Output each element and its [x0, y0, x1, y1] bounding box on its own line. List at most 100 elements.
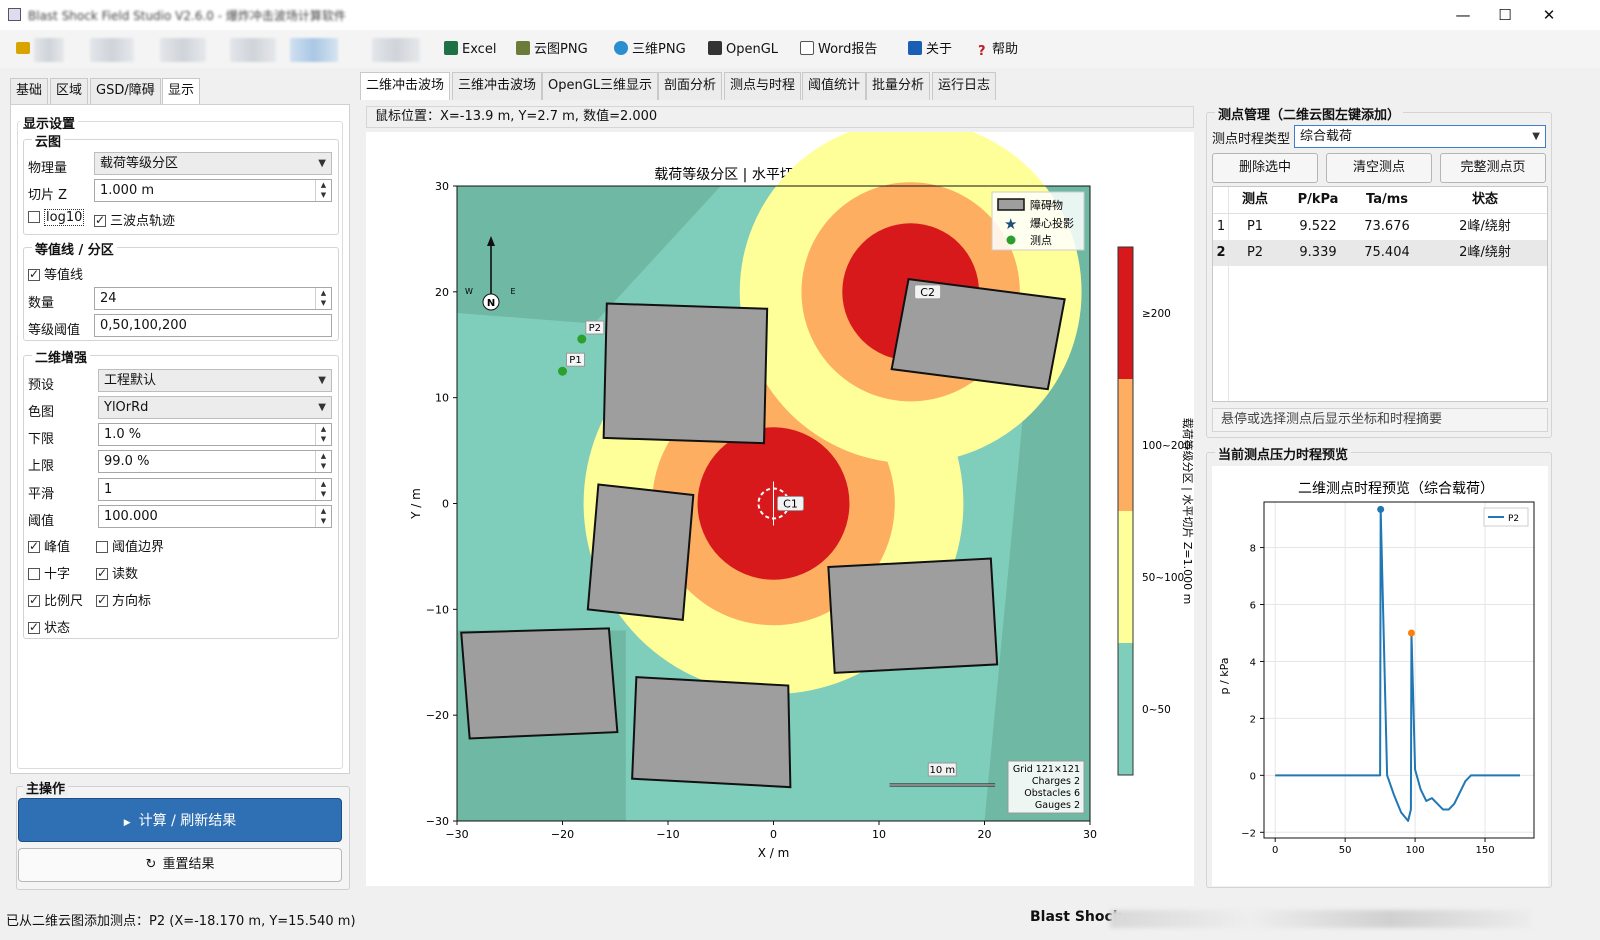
gauge-marker [558, 366, 567, 376]
maximize-button[interactable]: ☐ [1482, 0, 1528, 30]
y-tick-label: 2 [1250, 714, 1256, 725]
refresh-icon: ↻ [145, 857, 157, 872]
chevron-down-icon: ▼ [318, 402, 326, 413]
folder-icon[interactable] [16, 42, 30, 54]
toolbar-blurred-item[interactable] [290, 38, 338, 62]
preset-select[interactable]: 工程默认 ▼ [98, 369, 332, 392]
toolbar-blurred-item[interactable] [160, 38, 206, 62]
table-row-selected[interactable]: 2 P2 9.339 75.404 2峰/绕射 [1213, 240, 1547, 266]
gauge-marker [577, 334, 587, 344]
display-settings-panel: 显示设置 云图 物理量 载荷等级分区 ▼ 切片 Z 1.000 m ▲ ▼ log10… [10, 104, 350, 774]
export-3d-png-button[interactable]: 三维PNG [614, 39, 686, 61]
chevron-down-icon: ▼ [318, 158, 326, 169]
column-header-status[interactable]: 状态 [1423, 187, 1547, 213]
export-excel-button[interactable]: Excel [444, 39, 496, 61]
spin-arrows-icon[interactable]: ▲ ▼ [315, 288, 331, 309]
series-type-select[interactable]: 综合载荷 ▼ [1294, 125, 1546, 148]
contour-checkbox[interactable]: 等值线 [28, 264, 83, 283]
spin-arrows-icon[interactable]: ▲ ▼ [315, 451, 331, 472]
upper-limit-input[interactable]: 99.0 % ▲ ▼ [98, 450, 332, 473]
threshold-input[interactable]: 100.000 ▲ ▼ [98, 505, 332, 528]
table-cell: 73.676 [1364, 219, 1410, 234]
word-report-button[interactable]: Word报告 [800, 39, 877, 61]
delete-selected-button[interactable]: 删除选中 [1212, 153, 1318, 183]
shock-field-chart[interactable]: 载荷等级分区 | 水平切片 Z=1.000 m C1 C2 P1 P2 N W E 障碍物 ★ 爆… [366, 120, 1195, 886]
about-button[interactable]: 关于 [908, 39, 952, 61]
tab-2d-shock-field[interactable]: 二维冲击波场 [360, 72, 451, 100]
gauge-hover-hint: 悬停或选择测点后显示坐标和时程摘要 [1212, 408, 1548, 432]
clear-gauges-button[interactable]: 清空测点 [1326, 153, 1432, 183]
tab-threshold-stats[interactable]: 阈值统计 [802, 72, 867, 100]
spin-arrows-icon[interactable]: ▲ ▼ [315, 506, 331, 527]
colorbar-level-label: 50~100 [1142, 572, 1184, 584]
tab-opengl-3d[interactable]: OpenGL三维显示 [542, 72, 659, 100]
pressure-history-plot-area[interactable]: 二维测点时程预览（综合载荷） 0 50 100 150 −2 0 2 4 6 8 p / kPa P… [1212, 466, 1548, 886]
toolbar-blurred-item[interactable] [90, 38, 134, 62]
north-arrow-checkbox[interactable]: 方向标 [96, 590, 151, 609]
quantity-select[interactable]: 载荷等级分区 ▼ [94, 152, 332, 175]
colormap-select[interactable]: YlOrRd ▼ [98, 396, 332, 419]
colorbar-segment [1118, 643, 1133, 775]
tab-region[interactable]: 区域 [50, 78, 89, 104]
toolbar-blurred-item[interactable] [372, 38, 420, 62]
table-cell: 9.522 [1299, 219, 1337, 234]
x-tick-label: −20 [551, 828, 574, 841]
threshold-edge-checkbox[interactable]: 阈值边界 [96, 536, 164, 555]
contour-count-label: 数量 [28, 296, 55, 311]
checkbox-box [28, 593, 40, 607]
close-button[interactable]: ✕ [1526, 0, 1572, 30]
tab-basic[interactable]: 基础 [10, 78, 49, 104]
full-gauge-page-button[interactable]: 完整测点页 [1440, 153, 1546, 183]
cross-checkbox[interactable]: 十字 [28, 563, 70, 582]
tab-gsd-obstacle[interactable]: GSD/障碍 [90, 78, 161, 104]
log10-checkbox[interactable]: log10 [28, 209, 85, 226]
tab-profile-analysis[interactable]: 剖面分析 [658, 72, 723, 100]
column-header-arrival[interactable]: Ta/ms [1353, 187, 1421, 213]
colorbar-level-label: ≥200 [1142, 308, 1171, 320]
opengl-button[interactable]: OpenGL [708, 39, 778, 61]
lower-limit-input[interactable]: 1.0 % ▲ ▼ [98, 423, 332, 446]
help-button[interactable]: ? 帮助 [978, 39, 1018, 61]
x-tick-label: −30 [445, 828, 468, 841]
spin-arrows-icon[interactable]: ▲ ▼ [315, 424, 331, 445]
minimize-button[interactable]: — [1440, 0, 1486, 30]
column-header-gauge[interactable]: 测点 [1229, 187, 1281, 213]
wave-track-checkbox[interactable]: 三波点轨迹 [94, 210, 175, 229]
shock-field-plot-area[interactable]: 载荷等级分区 | 水平切片 Z=1.000 m C1 C2 P1 P2 N W E 障碍物 ★ 爆… [366, 120, 1195, 886]
toolbar-blurred-item[interactable] [34, 38, 64, 62]
tab-run-log[interactable]: 运行日志 [932, 72, 997, 100]
status-checkbox[interactable]: 状态 [28, 617, 70, 636]
scalebar-checkbox[interactable]: 比例尺 [28, 590, 83, 609]
y-tick-label: 10 [435, 392, 449, 405]
calculate-button[interactable]: ▶ 计算 / 刷新结果 [18, 798, 342, 842]
excel-icon [444, 41, 458, 55]
x-tick-label: 50 [1339, 845, 1352, 856]
contour-count-input[interactable]: 24 ▲ ▼ [94, 287, 332, 310]
readout-checkbox[interactable]: 读数 [96, 563, 138, 582]
gauge-table[interactable]: 测点 P/kPa Ta/ms 状态 1 P1 9.522 73.676 2峰/绕… [1212, 186, 1548, 402]
y-tick-label: −30 [426, 815, 449, 828]
tab-batch-analysis[interactable]: 批量分析 [866, 72, 931, 100]
slice-z-input[interactable]: 1.000 m ▲ ▼ [94, 179, 332, 202]
column-header-pressure[interactable]: P/kPa [1283, 187, 1353, 213]
tab-display[interactable]: 显示 [162, 78, 201, 104]
checkbox-box [28, 620, 40, 634]
peak-checkbox[interactable]: 峰值 [28, 536, 70, 555]
export-cloud-png-button[interactable]: 云图PNG [516, 39, 588, 61]
checkbox-box [96, 566, 108, 580]
level-threshold-input[interactable]: 0,50,100,200 [94, 314, 332, 337]
obstacle [602, 302, 769, 445]
spin-arrows-icon[interactable]: ▲ ▼ [315, 180, 331, 201]
tab-gauges-history[interactable]: 测点与时程 [724, 72, 802, 100]
tab-3d-shock-field[interactable]: 三维冲击波场 [452, 72, 543, 100]
smooth-input[interactable]: 1 ▲ ▼ [98, 478, 332, 501]
toolbar-blurred-item[interactable] [230, 38, 276, 62]
x-tick-label: −10 [656, 828, 679, 841]
status-message: 已从二维云图添加测点：P2 (X=-18.170 m, Y=15.540 m) [6, 914, 356, 929]
spin-arrows-icon[interactable]: ▲ ▼ [315, 479, 331, 500]
colorbar-level-label: 0~50 [1142, 704, 1171, 716]
main-operation-title: 主操作 [23, 778, 69, 797]
table-row[interactable]: 1 P1 9.522 73.676 2峰/绕射 [1213, 214, 1547, 240]
pressure-history-chart[interactable]: 二维测点时程预览（综合载荷） 0 50 100 150 −2 0 2 4 6 8 p / kPa P… [1212, 466, 1548, 886]
reset-button[interactable]: ↻ 重置结果 [18, 848, 342, 882]
